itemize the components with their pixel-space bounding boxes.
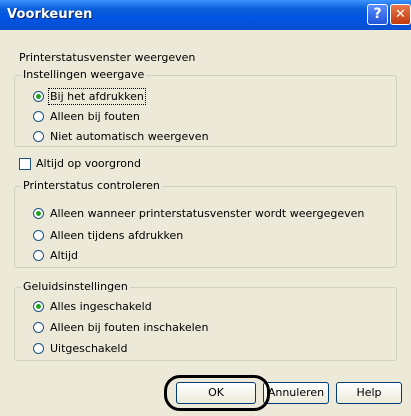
printer-status-group: Printerstatus controleren Alleen wanneer…	[14, 179, 397, 268]
radio-button-icon[interactable]	[33, 343, 44, 354]
radio-label: Alleen bij fouten inschakelen	[50, 321, 209, 334]
help-icon[interactable]: ?	[367, 4, 388, 25]
sound-settings-legend: Geluidsinstellingen	[21, 280, 130, 293]
checkbox-label: Altijd op voorgrond	[36, 157, 141, 170]
radio-button-icon[interactable]	[33, 131, 44, 142]
help-button[interactable]: Help	[336, 382, 402, 404]
title-bar[interactable]: Voorkeuren ? ✕	[0, 0, 411, 30]
radio-label: Alleen tijdens afdrukken	[50, 229, 184, 242]
display-settings-group: Instellingen weergave Bij het afdrukken …	[14, 68, 397, 147]
radio-button-icon[interactable]	[33, 111, 44, 122]
radio-label: Uitgeschakeld	[50, 342, 128, 355]
sound-settings-group: Geluidsinstellingen Alles ingeschakeld A…	[14, 280, 397, 361]
radio-button-icon[interactable]	[33, 208, 44, 219]
display-settings-legend: Instellingen weergave	[21, 68, 147, 81]
printer-status-legend: Printerstatus controleren	[21, 179, 162, 192]
ok-button-highlight-ring	[164, 375, 270, 411]
radio-button-icon[interactable]	[33, 230, 44, 241]
radio-button-icon[interactable]	[33, 301, 44, 312]
radio-label: Alleen bij fouten	[50, 110, 140, 123]
radio-label: Altijd	[50, 249, 78, 262]
radio-button-icon[interactable]	[33, 91, 44, 102]
radio-label: Alleen wanneer printerstatusvenster word…	[50, 207, 365, 220]
close-icon[interactable]: ✕	[390, 4, 411, 25]
radio-button-icon[interactable]	[33, 322, 44, 333]
section-title: Printerstatusvenster weergeven	[19, 51, 196, 64]
checkbox-icon[interactable]	[19, 158, 31, 170]
radio-label: Niet automatisch weergeven	[50, 130, 209, 143]
window-title: Voorkeuren	[7, 7, 93, 22]
radio-button-icon[interactable]	[33, 250, 44, 261]
radio-label: Alles ingeschakeld	[50, 300, 152, 313]
cancel-button[interactable]: Annuleren	[263, 382, 329, 404]
radio-label: Bij het afdrukken	[48, 88, 146, 105]
preferences-dialog: Voorkeuren ? ✕ Printerstatusvenster weer…	[0, 0, 411, 416]
